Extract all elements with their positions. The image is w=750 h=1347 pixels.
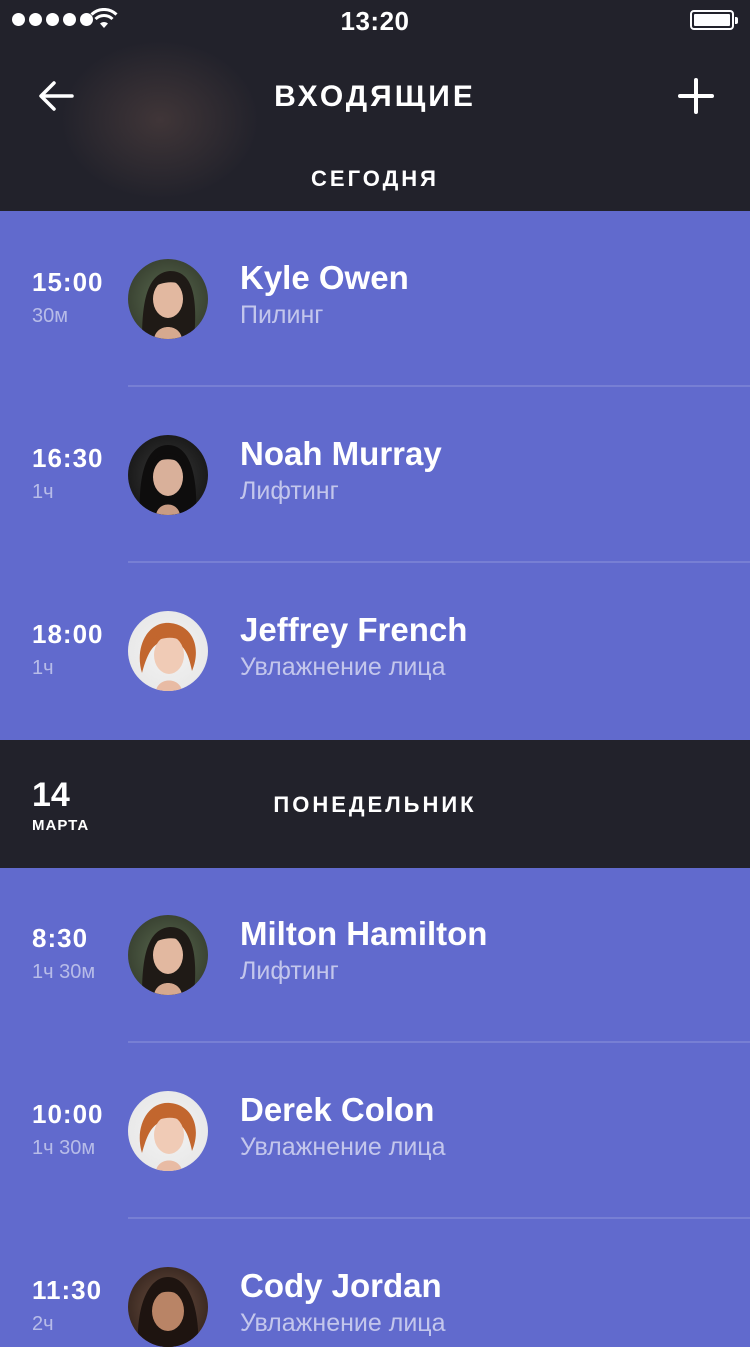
avatar <box>128 435 208 515</box>
avatar <box>128 611 208 691</box>
header: 13:20 ВХОДЯЩИЕ СЕГОДНЯ <box>0 0 750 211</box>
page-title: ВХОДЯЩИЕ <box>274 80 476 113</box>
date-weekday: ПОНЕДЕЛЬНИК <box>273 792 477 817</box>
appointment-duration: 30м <box>32 305 68 327</box>
appointment-time: 15:00 <box>32 267 104 297</box>
add-icon[interactable] <box>676 76 716 116</box>
dark-haired-woman-avatar-icon <box>142 271 196 339</box>
appointment-duration: 2ч <box>32 1313 54 1335</box>
service-name: Лифтинг <box>240 477 339 505</box>
client-name: Jeffrey French <box>240 611 468 648</box>
appointment-duration: 1ч <box>32 657 54 679</box>
appointment-time: 10:00 <box>32 1099 104 1129</box>
status-bar: 13:20 <box>0 0 750 40</box>
appointment-duration: 1ч <box>32 481 54 503</box>
section-header-date: 14 МАРТА ПОНЕДЕЛЬНИК <box>0 740 750 868</box>
service-name: Лифтинг <box>240 957 339 985</box>
appointment-row[interactable]: 18:00 1ч Jeffrey French Увлажнение лица <box>0 563 750 739</box>
appointment-row[interactable]: 10:00 1ч 30м Derek Colon Увлажнение лица <box>0 1043 750 1219</box>
appointment-time: 8:30 <box>32 923 89 953</box>
avatar <box>128 915 208 995</box>
service-name: Увлажнение лица <box>240 1133 446 1161</box>
status-time: 13:20 <box>340 6 410 36</box>
red-haired-woman-avatar-icon <box>139 1102 196 1171</box>
service-name: Пилинг <box>240 301 324 329</box>
appointment-duration: 1ч 30м <box>32 961 96 983</box>
black-haired-woman-avatar-icon <box>139 445 197 515</box>
appointment-time: 18:00 <box>32 619 104 649</box>
client-name: Milton Hamilton <box>240 915 488 952</box>
red-haired-woman-avatar-icon <box>139 622 196 691</box>
avatar <box>128 1091 208 1171</box>
service-name: Увлажнение лица <box>240 653 446 681</box>
appointment-row[interactable]: 15:00 30м Kyle Owen Пилинг <box>0 211 750 387</box>
client-name: Noah Murray <box>240 435 442 472</box>
appointment-time: 11:30 <box>32 1275 103 1305</box>
appointment-duration: 1ч 30м <box>32 1137 96 1159</box>
client-name: Cody Jordan <box>240 1267 442 1304</box>
date-month: МАРТА <box>32 817 90 834</box>
dark-haired-woman-avatar-icon <box>142 927 196 995</box>
client-name: Derek Colon <box>240 1091 435 1128</box>
client-name: Kyle Owen <box>240 259 409 296</box>
battery-icon <box>690 10 738 30</box>
section-header-today: СЕГОДНЯ <box>311 166 439 191</box>
appointment-row[interactable]: 16:30 1ч Noah Murray Лифтинг <box>0 387 750 563</box>
avatar <box>128 259 208 339</box>
appointment-row[interactable]: 8:30 1ч 30м Milton Hamilton Лифтинг <box>0 867 750 1043</box>
brunette-woman-avatar-icon <box>137 1277 199 1347</box>
avatar <box>128 1267 208 1347</box>
appointment-time: 16:30 <box>32 443 104 473</box>
appointment-row[interactable]: 11:30 2ч Cody Jordan Увлажнение лица <box>0 1219 750 1347</box>
